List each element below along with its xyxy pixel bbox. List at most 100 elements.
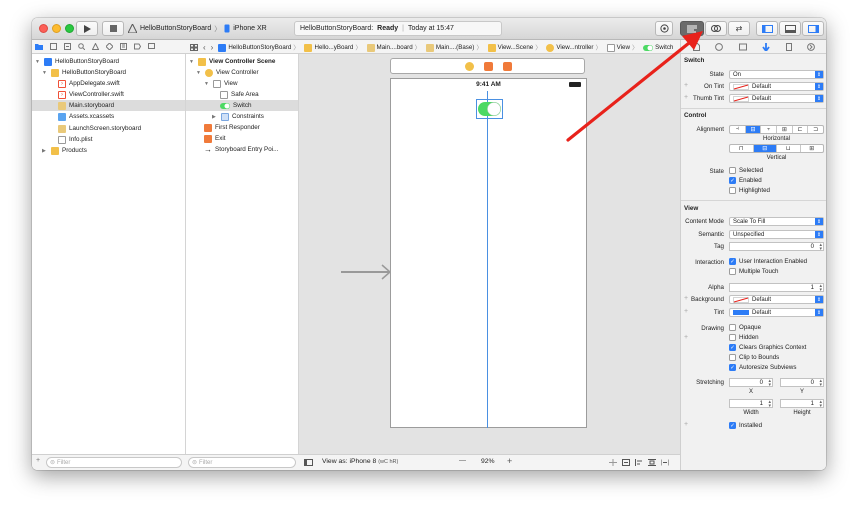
checkmark-icon[interactable]: ✓ (729, 344, 736, 351)
add-variation-button[interactable]: + (684, 334, 688, 341)
align-fill-icon[interactable]: ⊞ (777, 126, 793, 133)
opaque-checkbox[interactable]: Opaque (729, 324, 761, 331)
connections-inspector-icon[interactable] (807, 42, 816, 51)
outline-filter[interactable]: ⊜ Filter (188, 457, 296, 468)
stretch-y-field[interactable]: 0 ▴ ▾ (780, 378, 824, 388)
list-item[interactable]: ▼ HelloButtonStoryBoard (35, 56, 119, 67)
align-right-icon[interactable]: ⫟ (761, 126, 778, 133)
checkmark-icon[interactable]: ✓ (729, 364, 736, 371)
align-icon[interactable] (635, 459, 643, 466)
stepper-icon[interactable]: ▴ ▾ (768, 379, 771, 388)
checkbox-box[interactable] (729, 167, 736, 174)
on-tint-popup[interactable]: Default ⇕ (729, 82, 824, 91)
zoom-in-button[interactable]: + (507, 456, 512, 466)
add-variation-button[interactable]: + (684, 421, 688, 428)
stepper-icon[interactable]: ▴ ▾ (768, 400, 771, 409)
test-navigator-icon[interactable] (106, 43, 113, 50)
debug-navigator-icon[interactable] (120, 43, 127, 50)
breakpoint-navigator-icon[interactable] (134, 43, 141, 50)
list-item[interactable]: › ViewController.swift (58, 89, 124, 100)
run-button[interactable] (76, 21, 98, 36)
align-top-icon[interactable]: ⊓ (730, 145, 754, 152)
list-item[interactable]: ▼ View Controller Scene (189, 56, 275, 67)
breadcrumb-project[interactable]: HelloButtonStoryBoard 〉 (218, 43, 299, 52)
vertical-alignment-segmented[interactable]: ⊓ ⊟ ⊔ ⊞ (729, 144, 824, 153)
enabled-checkbox[interactable]: ✓ Enabled (729, 177, 762, 184)
stepper-icon[interactable]: ▴ ▾ (819, 400, 822, 409)
add-variation-button[interactable]: + (684, 308, 688, 315)
hidden-checkbox[interactable]: Hidden (729, 334, 759, 341)
zoom-window-button[interactable] (65, 24, 74, 33)
clip-to-bounds-checkbox[interactable]: Clip to Bounds (729, 354, 779, 361)
alpha-field[interactable]: 1 ▴ ▾ (729, 283, 824, 293)
list-item[interactable]: Exit (204, 133, 226, 144)
embed-in-stack-icon[interactable] (622, 459, 630, 466)
stepper-icon[interactable]: ▴ ▾ (819, 284, 822, 293)
issue-navigator-icon[interactable] (92, 43, 99, 50)
help-inspector-icon[interactable] (715, 42, 724, 51)
zoom-out-button[interactable]: — (459, 457, 466, 464)
align-bottom-icon[interactable]: ⊔ (777, 145, 801, 152)
report-navigator-icon[interactable] (148, 43, 155, 50)
checkmark-icon[interactable]: ✓ (729, 177, 736, 184)
source-control-icon[interactable] (50, 43, 57, 50)
back-button[interactable]: ‹ (203, 43, 206, 52)
forward-button[interactable]: › (211, 43, 214, 52)
align-left-icon[interactable]: ⫞ (730, 126, 746, 133)
project-navigator-icon[interactable] (35, 43, 43, 50)
scheme-selector[interactable]: HelloButtonStoryBoard 〉 iPhone XR (128, 21, 267, 36)
update-frames-icon[interactable] (609, 459, 617, 466)
stepper-icon[interactable]: ▴ ▾ (819, 243, 822, 252)
checkbox-box[interactable] (729, 324, 736, 331)
content-mode-popup[interactable]: Scale To Fill ⇕ (729, 217, 824, 226)
attributes-inspector-icon[interactable] (762, 42, 770, 51)
toggle-utilities-button[interactable] (802, 21, 824, 36)
breadcrumb-base[interactable]: Main....(Base) 〉 (425, 43, 483, 52)
list-item[interactable]: Safe Area (220, 89, 259, 100)
symbol-navigator-icon[interactable] (64, 43, 71, 50)
background-popup[interactable]: Default ⇕ (729, 295, 824, 304)
view-as-label[interactable]: View as: iPhone 8 (wC hR) (322, 458, 398, 465)
navigator-filter[interactable]: ⊜ Filter (46, 457, 182, 468)
version-editor-button[interactable]: ⇄ (728, 21, 750, 36)
switch-control[interactable] (477, 100, 502, 118)
stretch-x-field[interactable]: 0 ▴ ▾ (729, 378, 773, 388)
checkmark-icon[interactable]: ✓ (729, 422, 736, 429)
horizontal-alignment-segmented[interactable]: ⫞ ⊟ ⫟ ⊞ ⊏ ⊐ (729, 125, 824, 134)
installed-checkbox[interactable]: ✓ Installed (729, 422, 762, 429)
iphone-screen[interactable]: 9:41 AM (390, 78, 587, 428)
list-item-selected[interactable]: Main.storyboard (32, 100, 185, 111)
close-window-button[interactable] (39, 24, 48, 33)
align-leading-icon[interactable]: ⊏ (793, 126, 809, 133)
multiple-touch-checkbox[interactable]: Multiple Touch (729, 268, 778, 275)
breadcrumb-group[interactable]: Hello...yBoard 〉 (304, 43, 362, 52)
related-items-icon[interactable] (190, 44, 198, 51)
toggle-navigator-button[interactable] (756, 21, 778, 36)
checkbox-box[interactable] (729, 354, 736, 361)
add-constraints-icon[interactable] (648, 459, 656, 466)
autoresize-checkbox[interactable]: ✓ Autoresize Subviews (729, 364, 796, 371)
first-responder-icon[interactable] (484, 62, 493, 71)
list-item[interactable]: ▼ View Controller (196, 67, 259, 78)
list-item[interactable]: ▶ Constraints (212, 111, 264, 122)
tag-field[interactable]: 0 ▴ ▾ (729, 242, 824, 252)
list-item[interactable]: Assets.xcassets (58, 111, 114, 122)
list-item[interactable]: → Storyboard Entry Poi... (204, 144, 278, 155)
list-item[interactable]: ▼ HelloButtonStoryBoard (42, 67, 126, 78)
view-controller-icon[interactable] (465, 62, 474, 71)
stepper-icon[interactable]: ▴ ▾ (819, 379, 822, 388)
checkbox-box[interactable] (729, 334, 736, 341)
selected-switch[interactable] (476, 99, 503, 119)
breadcrumb-scene[interactable]: View...Scene 〉 (487, 43, 541, 52)
list-item-selected[interactable]: Switch (186, 100, 298, 111)
checkbox-box[interactable] (729, 268, 736, 275)
exit-icon[interactable] (503, 62, 512, 71)
user-interaction-checkbox[interactable]: ✓ User Interaction Enabled (729, 258, 807, 265)
state-popup[interactable]: On ⇕ (729, 70, 824, 79)
size-inspector-icon[interactable] (785, 42, 792, 51)
breadcrumb-storyboard[interactable]: Main....board 〉 (366, 43, 421, 52)
thumb-tint-popup[interactable]: Default ⇕ (729, 94, 824, 103)
minimize-window-button[interactable] (52, 24, 61, 33)
stop-button[interactable] (102, 21, 124, 36)
list-item[interactable]: › AppDelegate.swift (58, 78, 120, 89)
